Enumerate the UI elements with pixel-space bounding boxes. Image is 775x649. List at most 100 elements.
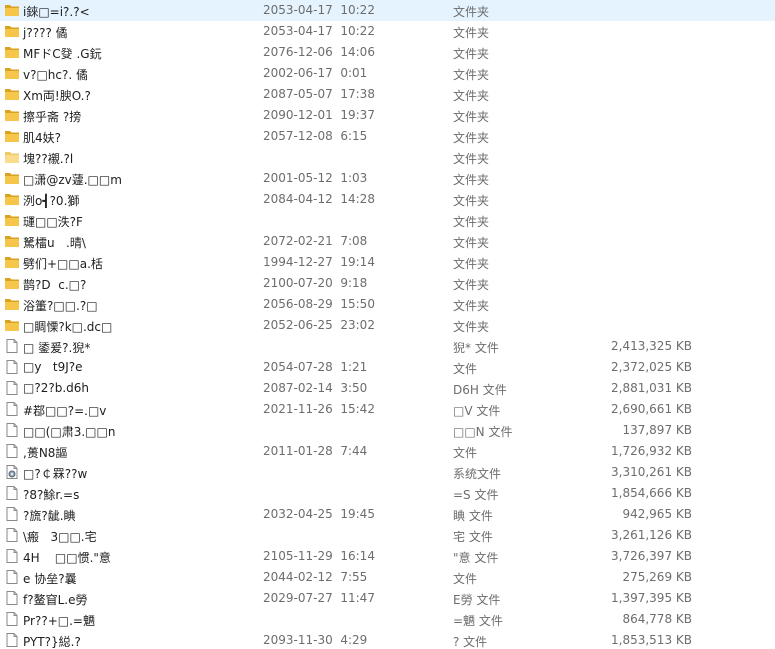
- file-name: □?2?b.d6h: [23, 381, 89, 395]
- folder-row[interactable]: 肌4妋? 2057-12-08 6:15 文件夹: [0, 126, 775, 147]
- file-type: =S 文件: [453, 488, 499, 502]
- modified-date: 2054-07-28 1:21: [263, 360, 368, 374]
- file-name: PYT?}縂.?: [23, 635, 81, 649]
- folder-icon: [4, 275, 20, 291]
- file-row[interactable]: \瘢 3□□.宅 宅 文件 3,261,126 KB: [0, 525, 775, 546]
- file-name: 4H □□惯."意: [23, 551, 111, 565]
- file-name: ?旒?龇.睓: [23, 509, 76, 523]
- file-type: 文件夹: [453, 278, 490, 292]
- file-name: ,蒉N8謳: [23, 446, 68, 460]
- file-type: 文件夹: [453, 68, 490, 82]
- file-type: 文件夹: [453, 47, 490, 61]
- folder-row[interactable]: Xm両!腴O.? 2087-05-07 17:38 文件夹: [0, 84, 775, 105]
- file-size: 3,310,261 KB: [611, 465, 692, 479]
- modified-date: 2090-12-01 19:37: [263, 108, 375, 122]
- file-type: 文件夹: [453, 89, 490, 103]
- file-type: 文件夹: [453, 236, 490, 250]
- file-name: ?8?鮽r.=s: [23, 488, 80, 502]
- modified-date: 2052-06-25 23:02: [263, 318, 375, 332]
- file-row[interactable]: #鄀□□?=.□v 2021-11-26 15:42 □V 文件 2,690,661 …: [0, 399, 775, 420]
- folder-row[interactable]: MFドC癹 .G鈨 2076-12-06 14:06 文件夹: [0, 42, 775, 63]
- modified-date: 2032-04-25 19:45: [263, 507, 375, 521]
- file-name: □ 鋈爰?.猊*: [23, 341, 91, 355]
- file-name: □睭慄?k□.dc□: [23, 320, 113, 334]
- file-name: □□(□肃3.□□n: [23, 425, 116, 439]
- file-name: Xm両!腴O.?: [23, 89, 91, 103]
- folder-row[interactable]: □潇@zv蘧.□□m 2001-05-12 1:03 文件夹: [0, 168, 775, 189]
- file-size: 2,881,031 KB: [611, 381, 692, 395]
- folder-row[interactable]: i錸□=i?.?< 2053-04-17 10:22 文件夹: [0, 0, 775, 21]
- folder-row[interactable]: 擦乎斋 ?搒 2090-12-01 19:37 文件夹: [0, 105, 775, 126]
- folder-icon: [4, 23, 20, 39]
- modified-date: 2021-11-26 15:42: [263, 402, 375, 416]
- folder-row[interactable]: 鹊?D c.□? 2100-07-20 9:18 文件夹: [0, 273, 775, 294]
- file-name: i錸□=i?.?<: [23, 5, 90, 19]
- file-row[interactable]: 4H □□惯."意 2105-11-29 16:14 "意 文件 3,726,397 …: [0, 546, 775, 567]
- folder-row[interactable]: 璭□□泆?F 文件夹: [0, 210, 775, 231]
- folder-row[interactable]: 劈们+□□a.栝 1994-12-27 19:14 文件夹: [0, 252, 775, 273]
- file-type: 文件: [453, 362, 478, 376]
- file-size: 1,853,513 KB: [611, 633, 692, 647]
- folder-icon: [4, 128, 20, 144]
- file-row[interactable]: ?8?鮽r.=s =S 文件 1,854,666 KB: [0, 483, 775, 504]
- file-row[interactable]: ,蒉N8謳 2011-01-28 7:44 文件 1,726,932 KB: [0, 441, 775, 462]
- modified-date: 2084-04-12 14:28: [263, 192, 375, 206]
- file-row[interactable]: Pr??+□.=魉 =魉 文件 864,778 KB: [0, 609, 775, 630]
- folder-row[interactable]: 駑檑u .晴\ 2072-02-21 7:08 文件夹: [0, 231, 775, 252]
- file-name: 塊??襯.?l: [23, 152, 74, 166]
- folder-row[interactable]: □睭慄?k□.dc□ 2052-06-25 23:02 文件夹: [0, 315, 775, 336]
- file-name: 劈们+□□a.栝: [23, 257, 103, 271]
- modified-date: 2053-04-17 10:22: [263, 24, 375, 38]
- modified-date: 2057-12-08 6:15: [263, 129, 368, 143]
- file-row[interactable]: □ 鋈爰?.猊* 猊* 文件 2,413,325 KB: [0, 336, 775, 357]
- file-icon: [4, 485, 20, 501]
- file-name: \瘢 3□□.宅: [23, 530, 97, 544]
- folder-row[interactable]: 浴箽?□□.?□ 2056-08-29 15:50 文件夹: [0, 294, 775, 315]
- file-icon: [4, 422, 20, 438]
- folder-row[interactable]: v?□hc?. 僪 2002-06-17 0:01 文件夹: [0, 63, 775, 84]
- folder-icon: [4, 86, 20, 102]
- modified-date: 2053-04-17 10:22: [263, 3, 375, 17]
- folder-row[interactable]: 塊??襯.?l 文件夹: [0, 147, 775, 168]
- file-icon: [4, 380, 20, 396]
- file-row[interactable]: □?￠罧??w 系统文件 3,310,261 KB: [0, 462, 775, 483]
- file-row[interactable]: □?2?b.d6h 2087-02-14 3:50 D6H 文件 2,881,031 …: [0, 378, 775, 399]
- file-type: 文件夹: [453, 110, 490, 124]
- file-type: D6H 文件: [453, 383, 507, 397]
- file-type: 文件夹: [453, 26, 490, 40]
- file-size: 275,269 KB: [622, 570, 692, 584]
- folder-icon: [4, 44, 20, 60]
- modified-date: 2056-08-29 15:50: [263, 297, 375, 311]
- modified-date: 2001-05-12 1:03: [263, 171, 368, 185]
- file-type: 文件夹: [453, 152, 490, 166]
- file-type: □□N 文件: [453, 425, 513, 439]
- file-size: 2,690,661 KB: [611, 402, 692, 416]
- file-row[interactable]: ?旒?龇.睓 2032-04-25 19:45 睓 文件 942,965 KB: [0, 504, 775, 525]
- file-icon: [4, 611, 20, 627]
- file-icon: [4, 401, 20, 417]
- file-row[interactable]: e 协垒?曩 2044-02-12 7:55 文件 275,269 KB: [0, 567, 775, 588]
- file-name: e 协垒?曩: [23, 572, 77, 586]
- file-size: 3,726,397 KB: [611, 549, 692, 563]
- file-row[interactable]: □□(□肃3.□□n □□N 文件 137,897 KB: [0, 420, 775, 441]
- file-name: 浴箽?□□.?□: [23, 299, 98, 313]
- file-type: 文件夹: [453, 299, 490, 313]
- modified-date: 2105-11-29 16:14: [263, 549, 375, 563]
- file-icon: [4, 527, 20, 543]
- file-name: Pr??+□.=魉: [23, 614, 95, 628]
- folder-row[interactable]: j???? 僪 2053-04-17 10:22 文件夹: [0, 21, 775, 42]
- file-type: ? 文件: [453, 635, 488, 649]
- folder-icon: [4, 65, 20, 81]
- file-size: 2,413,325 KB: [611, 339, 692, 353]
- file-name: v?□hc?. 僪: [23, 68, 89, 82]
- file-row[interactable]: PYT?}縂.? 2093-11-30 4:29 ? 文件 1,853,513 KB: [0, 630, 775, 649]
- file-row[interactable]: f?鳌窅L.e勞 2029-07-27 11:47 E勞 文件 1,397,395 K…: [0, 588, 775, 609]
- folder-row[interactable]: 洌o┫?0.獅 2084-04-12 14:28 文件夹: [0, 189, 775, 210]
- modified-date: 2072-02-21 7:08: [263, 234, 368, 248]
- file-type: "意 文件: [453, 551, 499, 565]
- folder-icon: [4, 212, 20, 228]
- modified-date: 2002-06-17 0:01: [263, 66, 368, 80]
- file-row[interactable]: □y t9J?e 2054-07-28 1:21 文件 2,372,025 KB: [0, 357, 775, 378]
- file-icon: [4, 548, 20, 564]
- file-name: 肌4妋?: [23, 131, 62, 145]
